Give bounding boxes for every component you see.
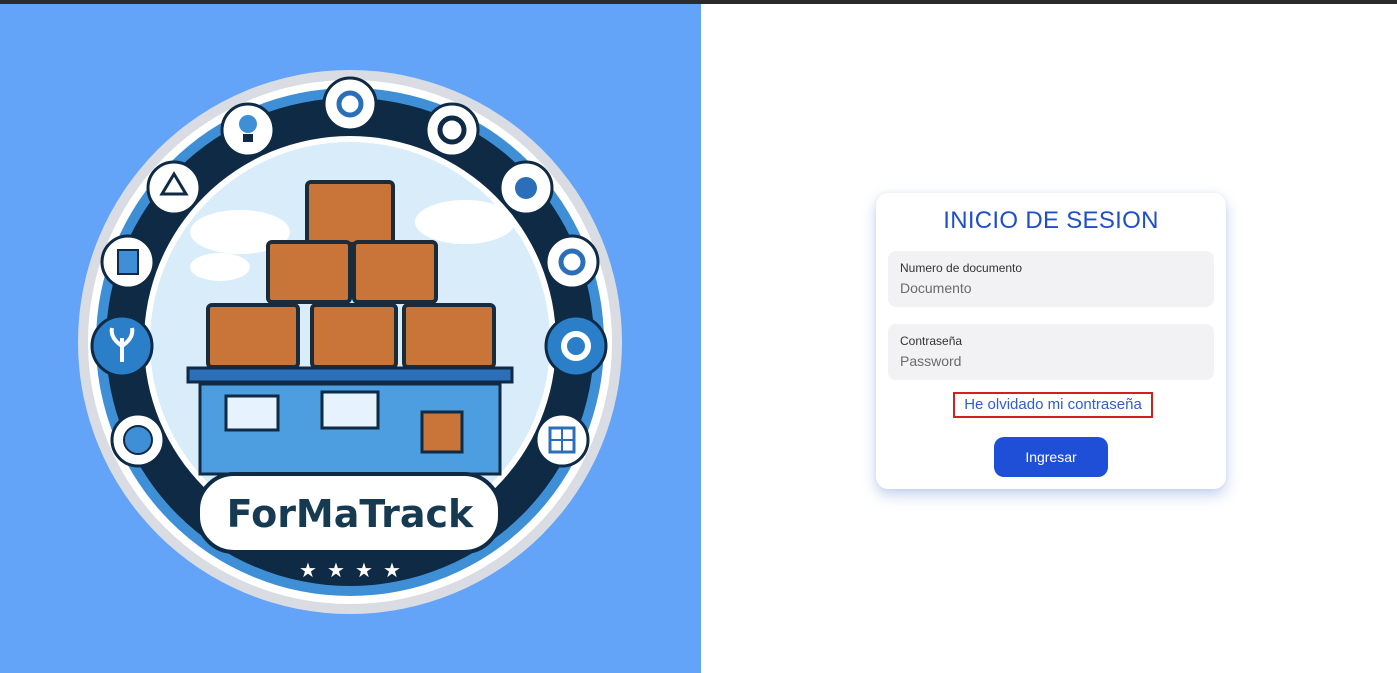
- monitor-icon: [320, 390, 380, 430]
- formatrack-logo: ForMaTrack ★ ★ ★ ★: [70, 62, 630, 617]
- star-icon: ★: [327, 560, 345, 582]
- brand-panel: ForMaTrack ★ ★ ★ ★: [0, 4, 701, 673]
- logo-emblem: ForMaTrack ★ ★ ★ ★: [78, 70, 622, 614]
- box-shape: [420, 410, 464, 454]
- lightbulb-icon: [220, 102, 276, 158]
- clipboard-icon: [100, 234, 156, 290]
- document-label: Numero de documento: [900, 261, 1023, 275]
- cloud-shape: [415, 200, 515, 244]
- globe-icon: [110, 412, 166, 468]
- grid-icon: [534, 412, 590, 468]
- password-label: Contraseña: [900, 334, 963, 348]
- box-shape: [305, 180, 395, 246]
- logo-title: ForMaTrack: [227, 492, 474, 536]
- box-shape: [206, 303, 300, 369]
- network-icon: [146, 160, 202, 216]
- login-title: INICIO DE SESION: [943, 207, 1159, 234]
- login-card: INICIO DE SESION Numero de documento Con…: [876, 193, 1226, 489]
- gear-icon: [322, 76, 378, 132]
- settings-icon: [424, 102, 480, 158]
- box-shape: [266, 240, 352, 304]
- password-input[interactable]: [900, 351, 1200, 371]
- gear-icon: [544, 314, 608, 378]
- login-panel: INICIO DE SESION Numero de documento Con…: [701, 4, 1397, 673]
- monitor-icon: [224, 394, 280, 432]
- forgot-password-link[interactable]: He olvidado mi contraseña: [953, 392, 1153, 418]
- password-field[interactable]: Contraseña: [888, 324, 1214, 380]
- gear-icon: [544, 234, 600, 290]
- cog-icon: [498, 160, 554, 216]
- box-shape: [352, 240, 438, 304]
- box-shape: [310, 303, 398, 369]
- box-shape: [402, 303, 496, 369]
- star-icon: ★: [355, 560, 373, 582]
- login-submit-button[interactable]: Ingresar: [994, 437, 1108, 477]
- cloud-shape: [190, 253, 250, 281]
- leaf-icon: [90, 314, 154, 378]
- document-field[interactable]: Numero de documento: [888, 251, 1214, 307]
- star-icon: ★: [299, 560, 317, 582]
- document-input[interactable]: [900, 278, 1200, 298]
- shelf-shape: [186, 366, 514, 384]
- star-icon: ★: [383, 560, 401, 582]
